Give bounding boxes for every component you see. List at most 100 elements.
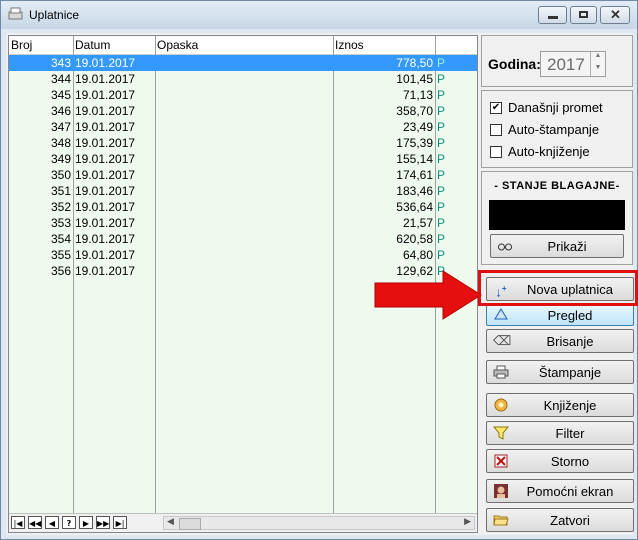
cell-iznos: 620,58: [396, 232, 433, 246]
table-row[interactable]: 344 19.01.2017 101,45 P: [9, 71, 477, 87]
stampanje-label: Štampanje: [538, 365, 602, 380]
pomocni-ekran-button[interactable]: Pomoćni ekran: [486, 479, 634, 503]
table-row[interactable]: 351 19.01.2017 183,46 P: [9, 183, 477, 199]
eraser-icon: ⌫: [493, 333, 512, 348]
cell-broj: 345: [50, 88, 71, 102]
minimize-button[interactable]: [538, 6, 567, 24]
grid-header: Broj Datum Opaska Iznos: [9, 36, 477, 55]
cell-status-flag: P: [437, 152, 446, 166]
scroll-thumb[interactable]: [179, 518, 201, 530]
header-datum[interactable]: Datum: [75, 38, 110, 52]
table-row[interactable]: 354 19.01.2017 620,58 P: [9, 231, 477, 247]
cell-broj: 344: [50, 72, 71, 86]
storno-button[interactable]: Storno: [486, 449, 634, 473]
next-record-button[interactable]: ▶: [79, 516, 93, 529]
prev-record-button[interactable]: ◀: [45, 516, 59, 529]
table-row[interactable]: 355 19.01.2017 64,80 P: [9, 247, 477, 263]
danasnji-promet-label[interactable]: Današnji promet: [508, 100, 603, 115]
header-iznos[interactable]: Iznos: [335, 38, 364, 52]
options-panel: ✔ Današnji promet Auto-štampanje Auto-kn…: [481, 90, 633, 168]
cell-broj: 346: [50, 104, 71, 118]
stanje-display: [489, 200, 625, 230]
knjizenje-button[interactable]: Knjiženje: [486, 393, 634, 417]
table-row[interactable]: 352 19.01.2017 536,64 P: [9, 199, 477, 215]
godina-value[interactable]: 2017: [547, 55, 585, 75]
godina-spinner[interactable]: 2017 ▲ ▼: [540, 51, 606, 77]
cell-broj: 351: [50, 184, 71, 198]
auto-stampanje-label[interactable]: Auto-štampanje: [508, 122, 599, 137]
prikazi-button[interactable]: Prikaži: [490, 234, 624, 258]
cell-datum: 19.01.2017: [75, 120, 136, 134]
triangle-icon: [493, 307, 509, 323]
scroll-left-icon[interactable]: ◀: [167, 516, 174, 527]
cell-broj: 347: [50, 120, 71, 134]
cell-status-flag: P: [437, 232, 446, 246]
header-opaska[interactable]: Opaska: [157, 38, 198, 52]
scroll-right-icon[interactable]: ▶: [464, 516, 471, 527]
cell-datum: 19.01.2017: [75, 136, 136, 150]
cell-iznos: 778,50: [396, 56, 433, 70]
zatvori-button[interactable]: Zatvori: [486, 508, 634, 532]
cancel-box-icon: [493, 453, 509, 469]
cell-iznos: 183,46: [396, 184, 433, 198]
pregled-button[interactable]: Pregled: [486, 304, 634, 326]
table-row[interactable]: 353 19.01.2017 21,57 P: [9, 215, 477, 231]
table-row[interactable]: 348 19.01.2017 175,39 P: [9, 135, 477, 151]
filter-button[interactable]: Filter: [486, 421, 634, 445]
header-broj[interactable]: Broj: [11, 38, 32, 52]
prev-page-icon: ◀◀: [29, 519, 42, 528]
cell-status-flag: P: [437, 216, 446, 230]
cell-status-flag: P: [437, 56, 446, 70]
godina-label: Godina:: [488, 56, 541, 72]
first-record-button[interactable]: |◀: [11, 516, 25, 529]
brisanje-button[interactable]: ⌫ Brisanje: [486, 329, 634, 353]
window-title: Uplatnice: [29, 8, 80, 22]
cell-iznos: 23,49: [402, 120, 433, 134]
spin-down-icon[interactable]: ▼: [590, 64, 605, 76]
folder-open-icon: [493, 512, 509, 528]
prev-page-button[interactable]: ◀◀: [28, 516, 42, 529]
table-row[interactable]: 350 19.01.2017 174,61 P: [9, 167, 477, 183]
next-page-button[interactable]: ▶▶: [96, 516, 110, 529]
cell-datum: 19.01.2017: [75, 200, 136, 214]
help-icon: ?: [66, 519, 72, 528]
table-row[interactable]: 343 19.01.2017 778,50 P: [9, 55, 477, 71]
close-button[interactable]: ✕: [600, 6, 630, 24]
last-record-button[interactable]: ▶|: [113, 516, 127, 529]
cell-status-flag: P: [437, 136, 446, 150]
help-button[interactable]: ?: [62, 516, 76, 529]
maximize-icon: [579, 11, 588, 18]
knjizenje-label: Knjiženje: [543, 398, 597, 413]
cell-broj: 356: [50, 264, 71, 278]
auto-knjizenje-label[interactable]: Auto-knjiženje: [508, 144, 590, 159]
spin-up-icon[interactable]: ▲: [590, 52, 605, 64]
next-page-icon: ▶▶: [97, 519, 110, 528]
title-bar[interactable]: Uplatnice ✕: [1, 1, 637, 29]
printer-icon: [493, 364, 509, 380]
maximize-button[interactable]: [570, 6, 597, 24]
pomocni-ekran-label: Pomoćni ekran: [526, 484, 614, 499]
auto-stampanje-checkbox[interactable]: [490, 124, 502, 136]
cell-datum: 19.01.2017: [75, 72, 136, 86]
cell-broj: 355: [50, 248, 71, 262]
portrait-icon: [493, 483, 509, 499]
table-row[interactable]: 346 19.01.2017 358,70 P: [9, 103, 477, 119]
highlight-box-annotation: [478, 270, 638, 306]
stanje-blagajne-title: - STANJE BLAGAJNE-: [494, 180, 620, 192]
table-row[interactable]: 345 19.01.2017 71,13 P: [9, 87, 477, 103]
cell-datum: 19.01.2017: [75, 56, 136, 70]
cell-status-flag: P: [437, 88, 446, 102]
horizontal-scrollbar[interactable]: ◀ ▶: [163, 516, 475, 530]
cell-broj: 349: [50, 152, 71, 166]
table-row[interactable]: 349 19.01.2017 155,14 P: [9, 151, 477, 167]
cell-status-flag: P: [437, 72, 446, 86]
cell-broj: 352: [50, 200, 71, 214]
stampanje-button[interactable]: Štampanje: [486, 360, 634, 384]
app-window: Uplatnice ✕ Broj Datum Opaska Iznos 343 1…: [0, 0, 638, 540]
ledger-icon: [493, 397, 509, 413]
cell-broj: 350: [50, 168, 71, 182]
glasses-icon: [497, 238, 513, 254]
auto-knjizenje-checkbox[interactable]: [490, 146, 502, 158]
danasnji-promet-checkbox[interactable]: ✔: [490, 102, 502, 114]
table-row[interactable]: 347 19.01.2017 23,49 P: [9, 119, 477, 135]
